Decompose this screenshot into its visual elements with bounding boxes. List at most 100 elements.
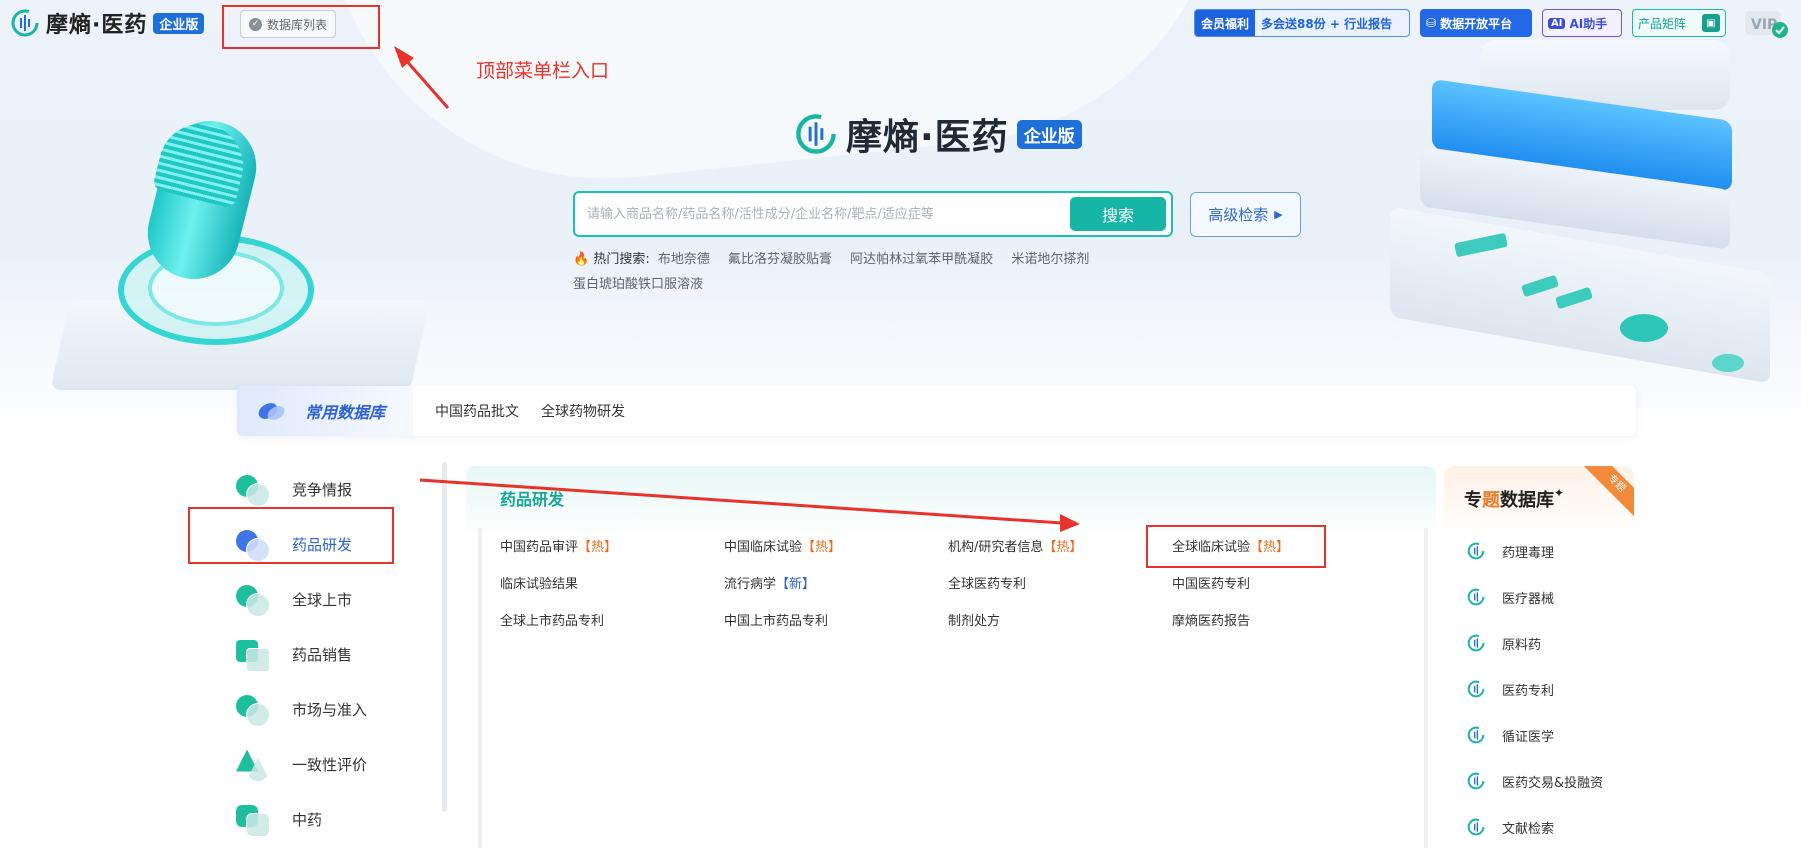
nav-item-label: 竞争情报 xyxy=(292,481,353,499)
nav-item-label: 市场与准入 xyxy=(292,701,368,719)
vip-icon: VIP xyxy=(1745,11,1788,38)
nav-item-tcm[interactable]: 中药 xyxy=(230,792,450,847)
db-link-pharma-report[interactable]: 摩熵医药报告 xyxy=(1172,609,1396,634)
hero-decor-sweep xyxy=(327,0,1253,207)
panel-scrollbar[interactable] xyxy=(1424,528,1428,848)
thematic-item-pharmacology[interactable]: 药理毒理 xyxy=(1466,528,1603,574)
open-platform-label: 数据开放平台 xyxy=(1440,16,1513,31)
promo-text: 多会送88份 + 行业报告 xyxy=(1261,16,1393,31)
panel-title: 药品研发 xyxy=(500,490,565,509)
decor-disc-small xyxy=(1712,354,1744,372)
db-link-clinical-trial-results[interactable]: 临床试验结果 xyxy=(500,572,724,597)
tcm-icon xyxy=(236,803,270,837)
nav-item-drug-sales[interactable]: 药品销售 xyxy=(230,627,450,682)
annotation-box-top-menu xyxy=(222,5,380,49)
db-logo-icon xyxy=(1467,726,1485,744)
brand-logo[interactable]: 摩熵·医药 企业版 xyxy=(10,8,205,38)
nav-item-market-access[interactable]: 市场与准入 xyxy=(230,682,450,737)
annotation-label-top-menu: 顶部菜单栏入口 xyxy=(476,60,610,82)
hero-brand-name: 摩熵·医药 xyxy=(846,117,1009,158)
db-link-china-drug-review[interactable]: 中国药品审评【热】 xyxy=(500,535,724,560)
db-link-china-pharma-patent[interactable]: 中国医药专利 xyxy=(1172,572,1396,597)
db-logo-icon xyxy=(1467,634,1485,652)
thematic-item-medical-device[interactable]: 医疗器械 xyxy=(1466,574,1603,620)
search-button[interactable]: 搜索 xyxy=(1070,197,1166,231)
caret-right-icon: ▶ xyxy=(1274,208,1283,221)
db-logo-icon xyxy=(1467,680,1485,698)
db-link-epidemiology[interactable]: 流行病学【新】 xyxy=(724,572,948,597)
hot-search: 🔥 热门搜索: 布地奈德 氟比洛芬凝胶贴膏 阿达帕林过氧苯甲酰凝胶 米诺地尔搽剂… xyxy=(573,247,1153,297)
db-link-china-clinical-trial[interactable]: 中国临床试验【热】 xyxy=(724,535,948,560)
hot-keyword[interactable]: 米诺地尔搽剂 xyxy=(1011,252,1089,267)
hero-brand-badge: 企业版 xyxy=(1016,119,1082,149)
advanced-search-button[interactable]: 高级检索 ▶ xyxy=(1190,192,1301,237)
drug-sales-icon xyxy=(236,638,270,672)
thematic-item-literature-search[interactable]: 文献检索 xyxy=(1466,804,1603,850)
brand-badge: 企业版 xyxy=(153,12,205,34)
db-logo-icon xyxy=(1467,772,1485,790)
member-promo-button[interactable]: 会员福利 多会送88份 + 行业报告 xyxy=(1194,9,1410,37)
global-market-icon xyxy=(236,583,270,617)
fire-icon: 🔥 xyxy=(573,252,590,267)
consistency-icon xyxy=(236,748,270,782)
advanced-search-label: 高级检索 xyxy=(1208,206,1269,224)
hero-logo-icon xyxy=(796,114,836,154)
thematic-item-pharma-patent[interactable]: 医药专利 xyxy=(1466,666,1603,712)
thematic-database-panel: 专题 专题数据库✦ 药理毒理 医疗器械 原料药 医药专利 循证医学 医药交易&投… xyxy=(1444,466,1634,856)
hot-keyword[interactable]: 阿达帕林过氧苯甲酰凝胶 xyxy=(850,252,993,267)
db-link-global-pharma-patent[interactable]: 全球医药专利 xyxy=(948,572,1172,597)
tab-common-database-label: 常用数据库 xyxy=(305,403,386,422)
market-access-icon xyxy=(236,693,270,727)
db-logo-icon xyxy=(1467,818,1485,836)
nav-item-label: 中药 xyxy=(292,811,323,829)
search-input[interactable] xyxy=(575,193,1070,235)
competition-icon xyxy=(236,473,270,507)
left-nav-scrollbar[interactable] xyxy=(442,462,447,812)
thematic-item-api[interactable]: 原料药 xyxy=(1466,620,1603,666)
open-platform-button[interactable]: ⛁ 数据开放平台 xyxy=(1420,9,1532,37)
brand-logo-icon xyxy=(11,9,39,37)
search-box: 搜索 xyxy=(573,191,1173,237)
decor-disc xyxy=(1620,314,1668,342)
db-link-institution-investigator[interactable]: 机构/研究者信息【热】 xyxy=(948,535,1172,560)
ai-assistant-label: AI助手 xyxy=(1569,16,1608,31)
hot-keyword[interactable]: 氟比洛芬凝胶贴膏 xyxy=(728,252,832,267)
nav-item-label: 全球上市 xyxy=(292,591,353,609)
hot-search-label: 热门搜索: xyxy=(593,252,650,267)
panel-left-rail xyxy=(478,528,482,848)
nav-item-global-market[interactable]: 全球上市 xyxy=(230,572,450,627)
nav-item-consistency-eval[interactable]: 一致性评价 xyxy=(230,737,450,792)
product-matrix-button[interactable]: 产品矩阵 ▣ xyxy=(1632,9,1726,37)
thematic-list: 药理毒理 医疗器械 原料药 医药专利 循证医学 医药交易&投融资 文献检索 xyxy=(1466,528,1603,850)
tab-china-drug-approval[interactable]: 中国药品批文 xyxy=(435,401,519,421)
annotation-box-global-clinical-trial xyxy=(1146,525,1326,568)
annotation-box-drug-rd xyxy=(188,507,394,564)
thematic-title: 专题数据库✦ xyxy=(1464,486,1565,511)
pill-icon xyxy=(258,403,285,420)
ai-assistant-button[interactable]: AI AI助手 xyxy=(1542,9,1622,37)
promo-tag: 会员福利 xyxy=(1195,10,1256,36)
sparkle-icon: ✦ xyxy=(1554,486,1565,500)
matrix-icon: ▣ xyxy=(1702,14,1720,32)
nav-item-label: 药品销售 xyxy=(292,646,353,664)
db-logo-icon xyxy=(1467,542,1485,560)
platform-icon: ⛁ xyxy=(1426,16,1437,30)
thematic-ribbon: 专题 xyxy=(1580,466,1634,520)
db-link-global-marketed-patent[interactable]: 全球上市药品专利 xyxy=(500,609,724,634)
common-database-tabbar: 常用数据库 中国药品批文 全球药物研发 xyxy=(237,386,1636,436)
tab-common-database[interactable]: 常用数据库 xyxy=(237,386,413,436)
thematic-item-pharma-deals[interactable]: 医药交易&投融资 xyxy=(1466,758,1603,804)
db-link-china-marketed-patent[interactable]: 中国上市药品专利 xyxy=(724,609,948,634)
nav-item-label: 一致性评价 xyxy=(292,756,368,774)
thematic-item-evidence-medicine[interactable]: 循证医学 xyxy=(1466,712,1603,758)
vip-badge[interactable]: VIP xyxy=(1744,9,1790,39)
tab-global-drug-rd[interactable]: 全球药物研发 xyxy=(541,401,625,421)
hot-keyword[interactable]: 布地奈德 xyxy=(658,252,710,267)
db-logo-icon xyxy=(1467,588,1485,606)
product-matrix-label: 产品矩阵 xyxy=(1638,16,1687,31)
ai-icon: AI xyxy=(1548,17,1566,29)
hero-logo: 摩熵·医药 企业版 xyxy=(794,108,1082,160)
hot-keyword[interactable]: 蛋白琥珀酸铁口服溶液 xyxy=(573,277,703,292)
db-link-formulation[interactable]: 制剂处方 xyxy=(948,609,1172,634)
brand-name: 摩熵·医药 xyxy=(46,13,148,38)
